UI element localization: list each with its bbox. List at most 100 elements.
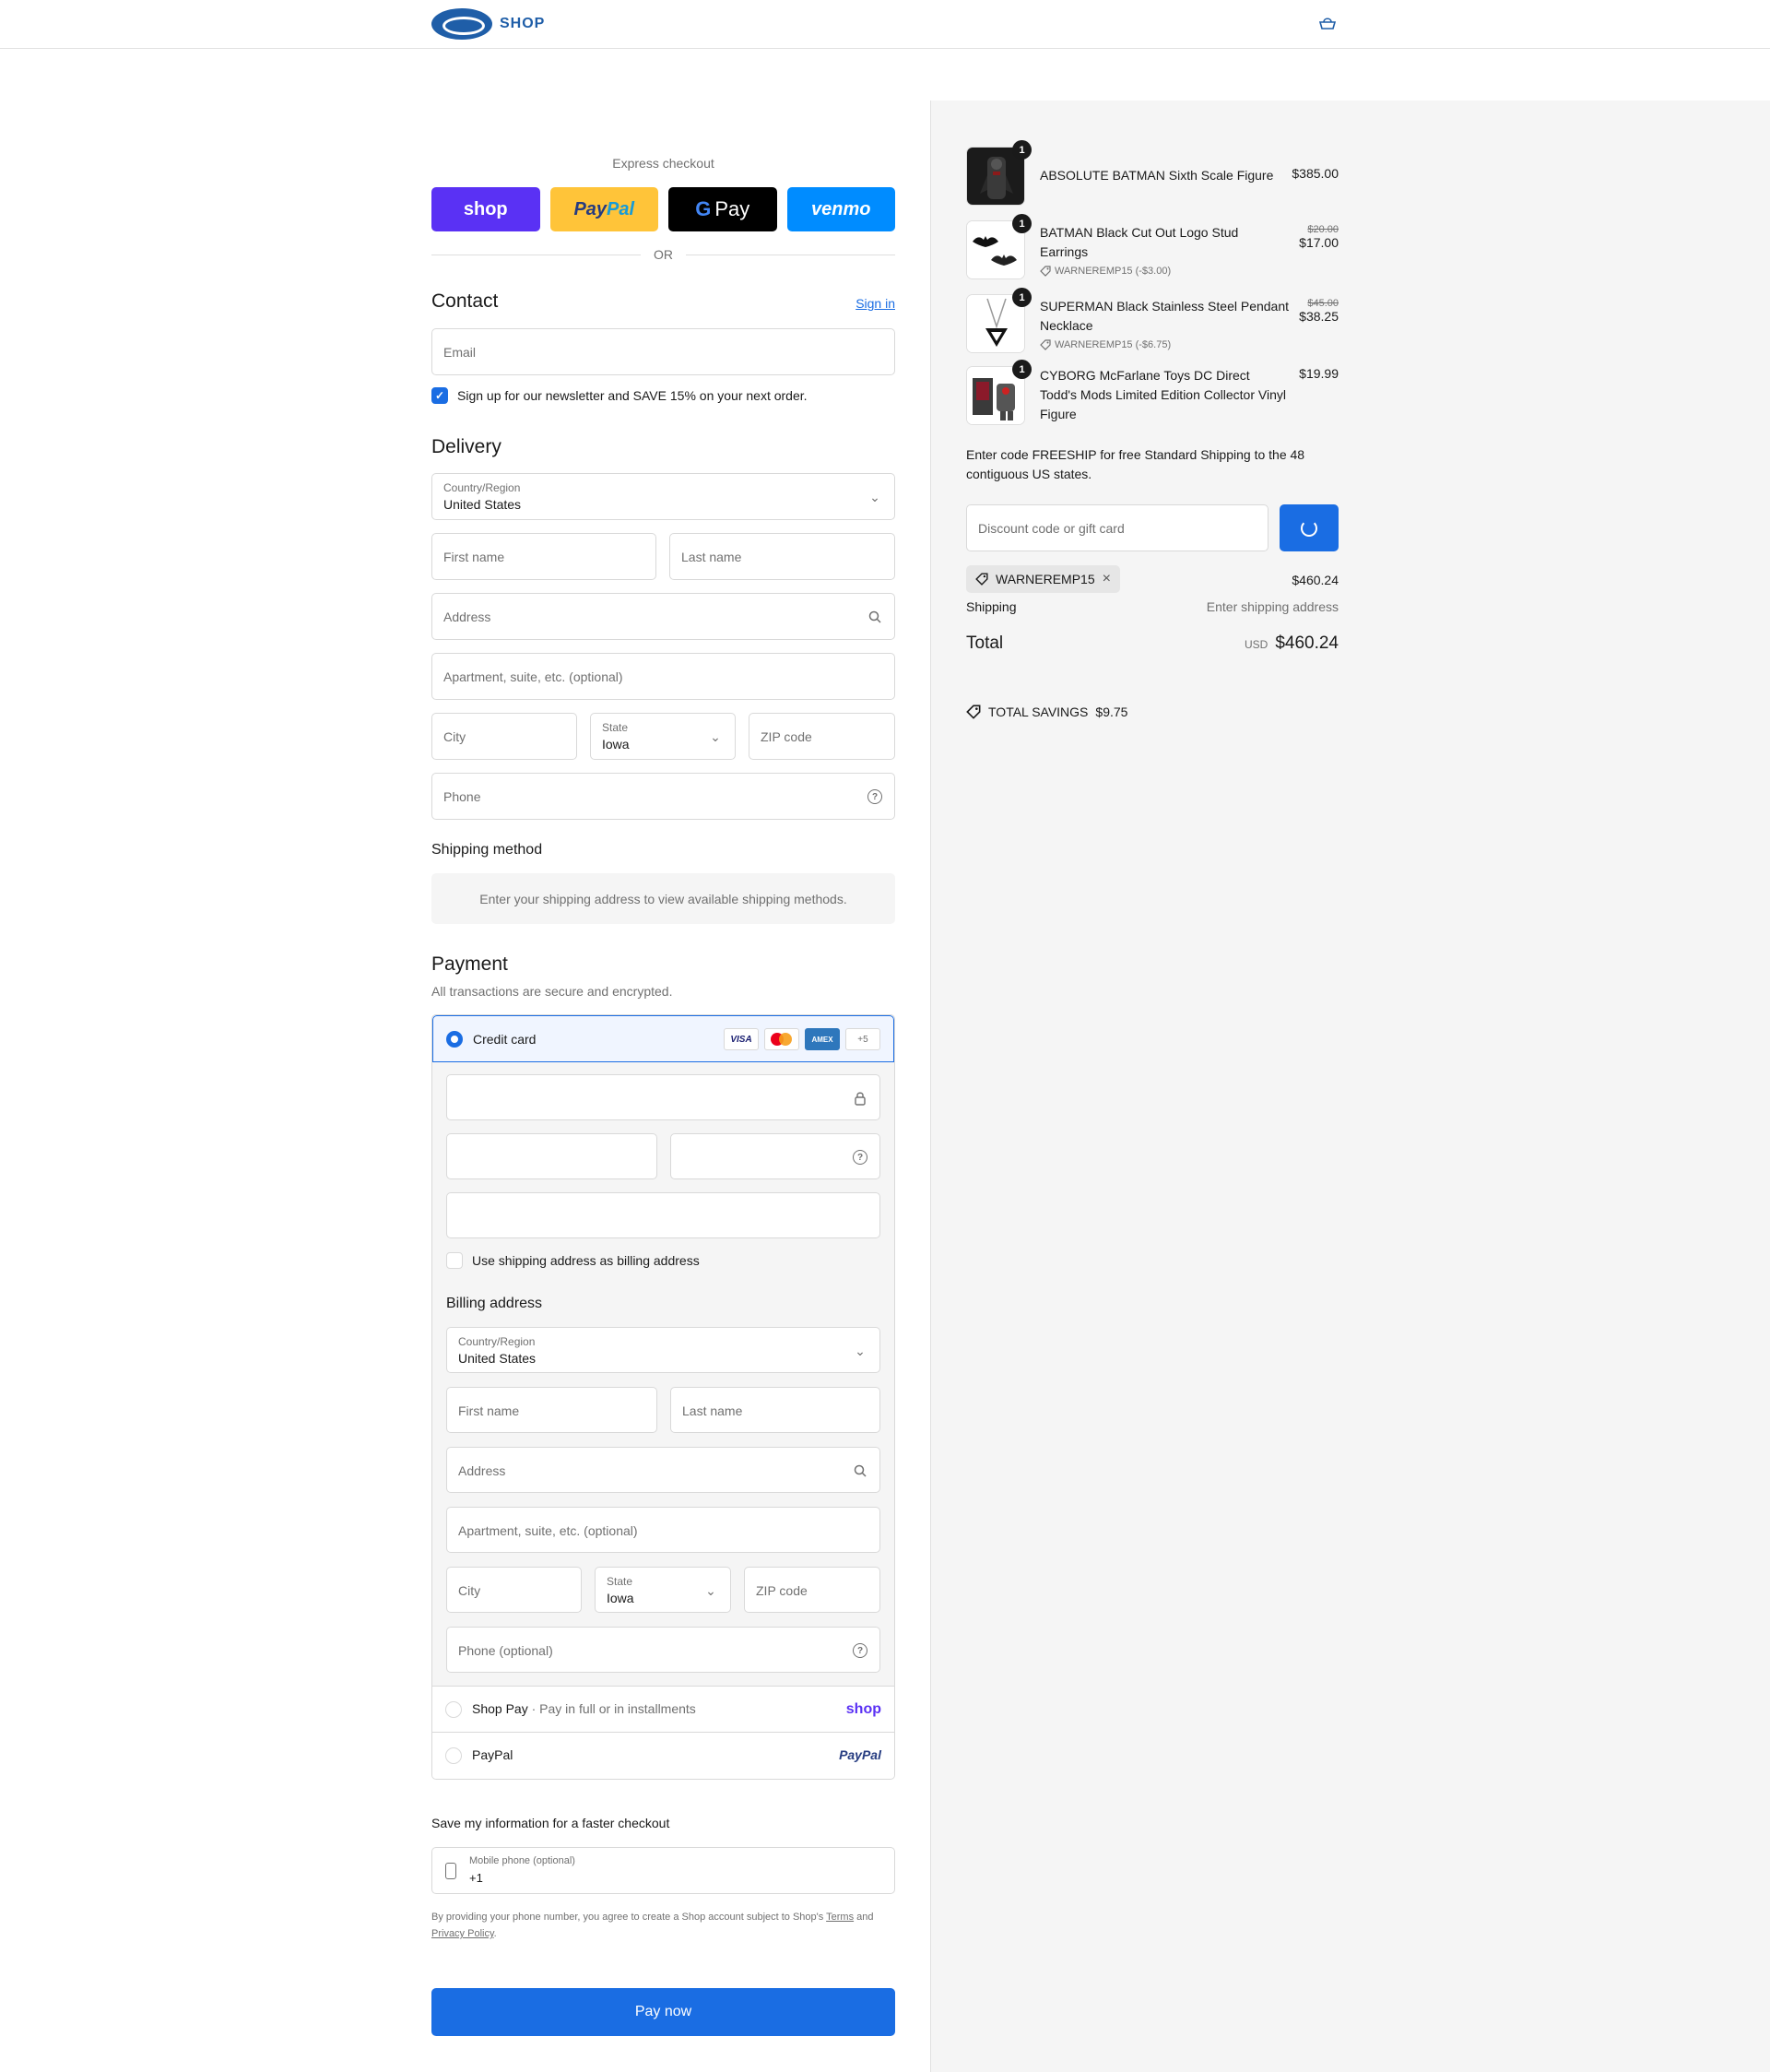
phone-field[interactable]: Phone ?	[431, 773, 895, 820]
privacy-policy-link[interactable]: Privacy Policy	[431, 1928, 494, 1939]
sign-in-link[interactable]: Sign in	[856, 296, 895, 311]
product-price: $385.00	[1292, 166, 1339, 181]
remove-code-icon[interactable]: ×	[1103, 571, 1111, 587]
address-field[interactable]: Address	[431, 593, 895, 640]
shop-pay-express-label: shop	[463, 198, 508, 219]
shop-pay-logo: shop	[845, 1701, 881, 1717]
price-value: $385.00	[1292, 166, 1339, 181]
shop-pay-separator: ·	[531, 1701, 537, 1716]
bag-icon[interactable]	[1318, 15, 1337, 31]
shop-pay-option[interactable]: Shop Pay · Pay in full or in installment…	[432, 1686, 894, 1732]
use-shipping-as-billing-row[interactable]: Use shipping address as billing address	[446, 1252, 700, 1269]
first-name-field[interactable]: First name	[431, 533, 656, 580]
billing-phone-field[interactable]: Phone (optional) ?	[446, 1627, 880, 1673]
card-brands: VISA AMEX +5	[724, 1028, 880, 1050]
venmo-express-button[interactable]: venmo	[786, 187, 895, 231]
credit-card-option[interactable]: Credit card VISA AMEX +5	[432, 1015, 894, 1062]
billing-country-label: Country/Region	[458, 1335, 536, 1348]
mobile-phone-label: Mobile phone (optional)	[469, 1855, 575, 1866]
state-label: State	[602, 721, 629, 734]
country-select[interactable]: Country/Region United States ⌄	[431, 473, 895, 520]
help-icon[interactable]: ?	[867, 789, 882, 804]
mobile-phone-field[interactable]: Mobile phone (optional) +1	[431, 1847, 895, 1894]
billing-zip-field[interactable]: ZIP code	[744, 1567, 880, 1613]
chevron-down-icon: ⌄	[855, 1343, 866, 1358]
google-pay-label: Pay	[714, 197, 750, 220]
chevron-down-icon: ⌄	[705, 1582, 716, 1598]
shop-pay-express-button[interactable]: shop	[431, 187, 540, 231]
subtotal-value: $460.24	[1292, 573, 1339, 587]
quantity-badge: 1	[1012, 360, 1032, 379]
discount-code-placeholder: Discount code or gift card	[978, 521, 1125, 536]
phone-placeholder: Phone	[443, 789, 481, 804]
terms-and: and	[856, 1912, 874, 1923]
apply-discount-button[interactable]	[1280, 504, 1339, 551]
discount-line: WARNEREMP15 (-$6.75)	[1040, 339, 1171, 350]
email-field[interactable]: Email	[431, 328, 895, 375]
billing-country-select[interactable]: Country/Region United States ⌄	[446, 1327, 880, 1373]
city-placeholder: City	[443, 729, 466, 744]
last-name-placeholder: Last name	[681, 550, 742, 564]
billing-state-value: Iowa	[607, 1591, 634, 1605]
billing-city-field[interactable]: City	[446, 1567, 582, 1613]
credit-card-radio[interactable]	[446, 1031, 463, 1048]
card-number-field[interactable]	[446, 1074, 880, 1120]
state-select[interactable]: State Iowa ⌄	[590, 713, 736, 760]
shop-pay-label: Shop Pay	[472, 1701, 528, 1716]
zip-field[interactable]: ZIP code	[749, 713, 895, 760]
billing-state-select[interactable]: State Iowa ⌄	[595, 1567, 731, 1613]
savings-label: TOTAL SAVINGS	[988, 704, 1089, 719]
mastercard-icon	[764, 1028, 799, 1050]
price-value: $19.99	[1299, 366, 1339, 381]
newsletter-checkbox-row[interactable]: ✓ Sign up for our newsletter and SAVE 15…	[431, 387, 808, 404]
apartment-placeholder: Apartment, suite, etc. (optional)	[443, 669, 623, 684]
billing-apartment-field[interactable]: Apartment, suite, etc. (optional)	[446, 1507, 880, 1553]
apartment-field[interactable]: Apartment, suite, etc. (optional)	[431, 653, 895, 700]
tag-icon	[966, 704, 981, 719]
billing-last-name-field[interactable]: Last name	[670, 1387, 880, 1433]
mobile-phone-icon	[445, 1863, 456, 1879]
credit-card-form: ? Use shipping address as billing addres…	[432, 1062, 894, 1686]
newsletter-checkbox[interactable]: ✓	[431, 387, 448, 404]
paypal-option[interactable]: PayPal PayPal	[432, 1732, 894, 1778]
savings-value: $9.75	[1095, 704, 1128, 719]
security-code-field[interactable]: ?	[670, 1133, 880, 1179]
use-shipping-as-billing-checkbox[interactable]	[446, 1252, 463, 1269]
applied-code-text: WARNEREMP15	[996, 572, 1095, 586]
terms-suffix: .	[493, 1928, 497, 1939]
quantity-badge: 1	[1012, 140, 1032, 160]
original-price: $45.00	[1307, 298, 1339, 309]
shop-logo[interactable]: SHOP	[431, 8, 545, 40]
paypal-radio[interactable]	[445, 1747, 462, 1764]
city-field[interactable]: City	[431, 713, 577, 760]
tag-icon	[1040, 266, 1051, 277]
discount-code-input[interactable]: Discount code or gift card	[966, 504, 1268, 551]
logo-text: SHOP	[500, 16, 546, 31]
paypal-express-label-b: Pal	[607, 198, 635, 219]
visa-icon: VISA	[724, 1028, 759, 1050]
payment-heading: Payment	[431, 953, 508, 975]
billing-phone-placeholder: Phone (optional)	[458, 1643, 553, 1658]
terms-link[interactable]: Terms	[826, 1912, 854, 1923]
paypal-logo: PayPal	[839, 1747, 881, 1762]
expiration-date-field[interactable]	[446, 1133, 657, 1179]
last-name-field[interactable]: Last name	[669, 533, 895, 580]
google-pay-express-button[interactable]: G Pay	[668, 187, 777, 231]
zip-placeholder: ZIP code	[761, 729, 812, 744]
country-label: Country/Region	[443, 481, 521, 494]
or-label: OR	[654, 247, 673, 262]
help-icon[interactable]: ?	[853, 1150, 867, 1165]
paypal-express-button[interactable]: Pay Pal	[549, 187, 658, 231]
product-price: $45.00 $38.25	[1299, 298, 1339, 324]
product-price: $20.00 $17.00	[1299, 224, 1339, 250]
email-placeholder: Email	[443, 345, 477, 360]
name-on-card-field[interactable]	[446, 1192, 880, 1238]
pay-now-button[interactable]: Pay now	[431, 1988, 895, 2036]
help-icon[interactable]: ?	[853, 1643, 867, 1658]
billing-address-field[interactable]: Address	[446, 1447, 880, 1493]
total-value: $460.24	[1275, 633, 1339, 653]
billing-state-label: State	[607, 1575, 633, 1588]
shop-pay-radio[interactable]	[445, 1701, 462, 1718]
billing-first-name-field[interactable]: First name	[446, 1387, 657, 1433]
venmo-label: venmo	[811, 198, 871, 219]
